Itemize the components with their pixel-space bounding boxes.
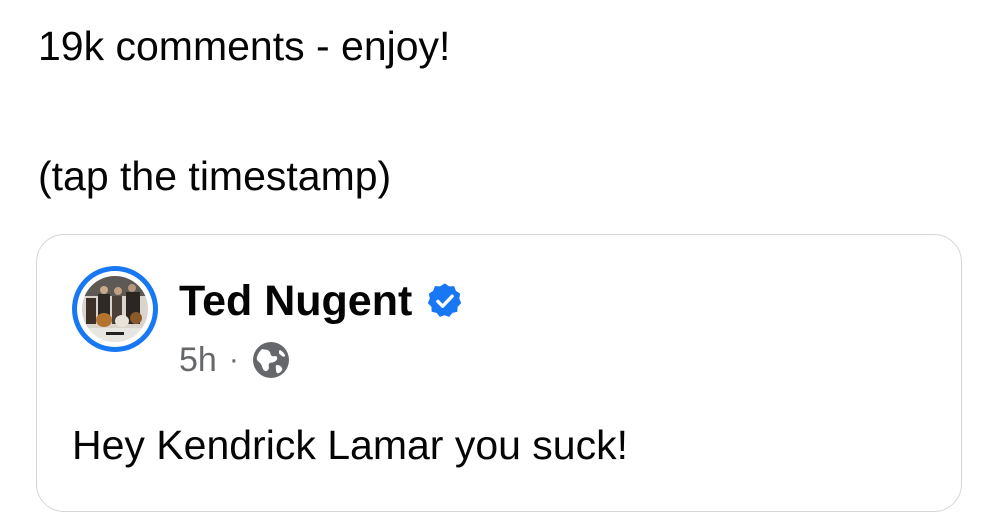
timestamp-link[interactable]: 5h xyxy=(179,341,217,380)
post-text-line-2: (tap the timestamp) xyxy=(38,153,392,199)
post-meta-row: 5h · xyxy=(179,338,291,382)
avatar[interactable] xyxy=(72,266,158,352)
globe-icon[interactable] xyxy=(251,340,291,380)
author-row: Ted Nugent xyxy=(179,275,464,327)
avatar-border xyxy=(77,271,153,347)
avatar-photo xyxy=(82,276,148,342)
meta-separator: · xyxy=(228,343,239,376)
shared-post-body: Hey Kendrick Lamar you suck! xyxy=(72,422,629,468)
verified-badge-icon xyxy=(428,283,462,317)
author-name[interactable]: Ted Nugent xyxy=(179,279,412,323)
post-text-line-1: 19k comments - enjoy! xyxy=(38,23,451,69)
shared-post-card[interactable]: Ted Nugent 5h · Hey Kendrick Lamar you s… xyxy=(36,234,962,512)
